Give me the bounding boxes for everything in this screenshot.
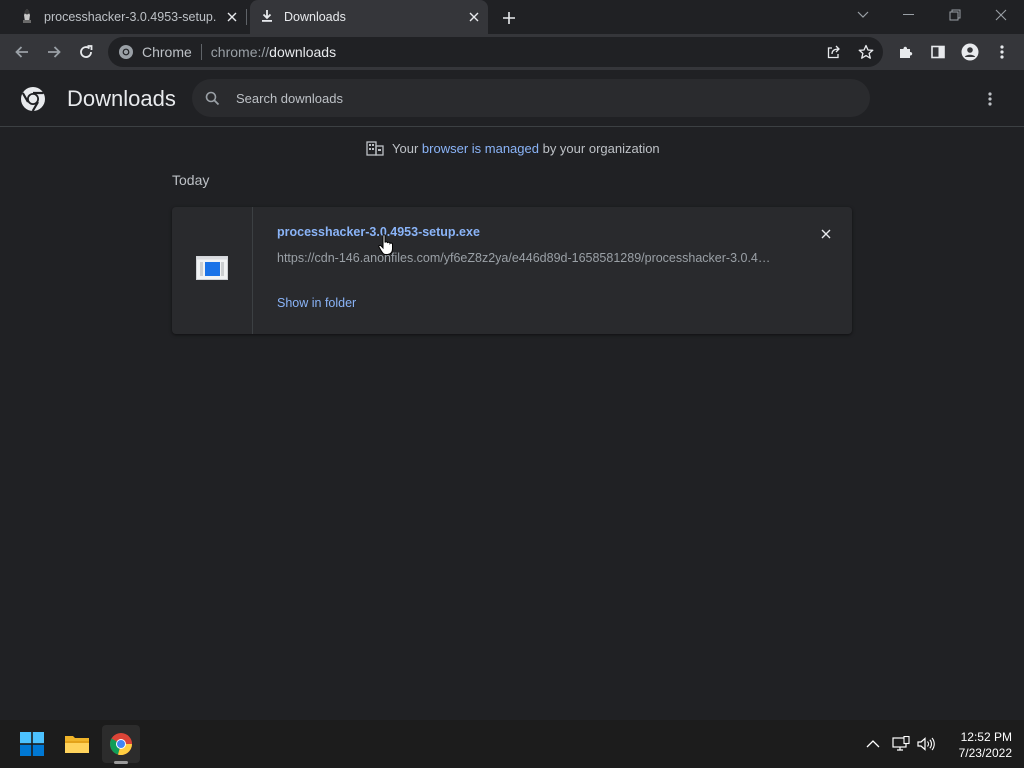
close-window-button[interactable] xyxy=(978,0,1024,30)
chrome-site-icon xyxy=(118,44,134,60)
tab-search-button[interactable] xyxy=(840,0,886,30)
close-icon xyxy=(821,229,831,239)
volume-icon[interactable] xyxy=(916,734,936,754)
chrome-taskbar-button[interactable] xyxy=(102,725,140,763)
forward-button[interactable] xyxy=(40,38,68,66)
restore-button[interactable] xyxy=(932,0,978,30)
site-label: Chrome xyxy=(142,44,192,60)
close-icon[interactable] xyxy=(466,9,482,25)
extensions-button[interactable] xyxy=(892,38,920,66)
start-button[interactable] xyxy=(13,725,51,763)
network-icon[interactable] xyxy=(891,734,911,754)
address-bar[interactable]: Chrome chrome://downloads xyxy=(108,37,883,67)
url-scheme: chrome:// xyxy=(210,44,270,60)
processhacker-favicon-icon xyxy=(20,8,34,27)
tab-strip: processhacker-3.0.4953-setup.exe Downloa… xyxy=(0,0,1024,34)
managed-prefix: Your xyxy=(392,140,419,156)
page-title: Downloads xyxy=(67,86,176,111)
chrome-menu-button[interactable] xyxy=(988,38,1016,66)
show-in-folder-link[interactable]: Show in folder xyxy=(277,296,356,310)
taskbar-clock[interactable]: 12:52 PM 7/23/2022 xyxy=(942,729,1012,761)
side-panel-button[interactable] xyxy=(924,38,952,66)
search-icon xyxy=(205,91,220,106)
more-actions-button[interactable] xyxy=(978,87,1002,111)
browser-toolbar: Chrome chrome://downloads xyxy=(0,34,1024,70)
menu-icon xyxy=(988,92,992,106)
file-explorer-button[interactable] xyxy=(58,725,96,763)
managed-link[interactable]: browser is managed xyxy=(422,141,539,156)
back-icon xyxy=(15,46,28,58)
windows-taskbar: 12:52 PM 7/23/2022 xyxy=(0,720,1024,768)
exe-file-icon xyxy=(196,256,228,285)
download-icon xyxy=(260,9,274,26)
share-icon[interactable] xyxy=(822,40,846,64)
profile-button[interactable] xyxy=(956,38,984,66)
tab-processhacker[interactable]: processhacker-3.0.4953-setup.exe xyxy=(8,0,246,34)
tab-separator xyxy=(246,9,247,25)
chevron-up-icon xyxy=(866,740,880,748)
close-icon[interactable] xyxy=(224,9,240,25)
tab-title: Downloads xyxy=(284,10,346,24)
chrome-logo-icon xyxy=(20,86,46,112)
search-downloads-field[interactable]: Search downloads xyxy=(192,79,870,117)
remove-download-button[interactable] xyxy=(816,224,836,244)
minimize-button[interactable] xyxy=(886,0,932,30)
reload-button[interactable] xyxy=(72,38,100,66)
download-item: processhacker-3.0.4953-setup.exe https:/… xyxy=(172,207,852,334)
side-panel-icon xyxy=(931,45,945,59)
star-icon[interactable] xyxy=(854,40,878,64)
building-icon xyxy=(366,140,384,156)
hand-cursor-icon xyxy=(378,234,394,261)
file-icon-column xyxy=(172,207,253,334)
show-hidden-icons-button[interactable] xyxy=(863,734,883,754)
managed-notice: Your browser is managed by your organiza… xyxy=(366,140,660,156)
search-input-placeholder: Search downloads xyxy=(236,90,343,106)
back-button[interactable] xyxy=(8,38,36,66)
download-url[interactable]: https://cdn-146.anonfiles.com/yf6eZ8z2ya… xyxy=(277,251,777,265)
forward-icon xyxy=(48,46,61,58)
tab-title: processhacker-3.0.4953-setup.exe xyxy=(44,10,216,24)
extensions-icon xyxy=(900,46,913,58)
menu-icon xyxy=(1000,45,1004,59)
date-section-heading: Today xyxy=(172,172,210,188)
new-tab-button[interactable] xyxy=(498,7,520,29)
clock-date: 7/23/2022 xyxy=(958,746,1012,760)
profile-icon xyxy=(961,43,979,61)
chrome-icon xyxy=(110,733,133,756)
active-app-indicator xyxy=(114,761,128,764)
clock-time: 12:52 PM xyxy=(960,730,1012,744)
file-explorer-icon xyxy=(65,736,89,753)
url-path: downloads xyxy=(269,44,337,60)
reload-icon xyxy=(80,45,93,58)
omnibox-separator xyxy=(200,44,202,60)
downloads-header: Downloads Search downloads xyxy=(0,70,1024,127)
windows-start-icon xyxy=(20,732,44,756)
tab-downloads[interactable]: Downloads xyxy=(250,0,488,34)
managed-suffix: by your organization xyxy=(542,140,660,156)
